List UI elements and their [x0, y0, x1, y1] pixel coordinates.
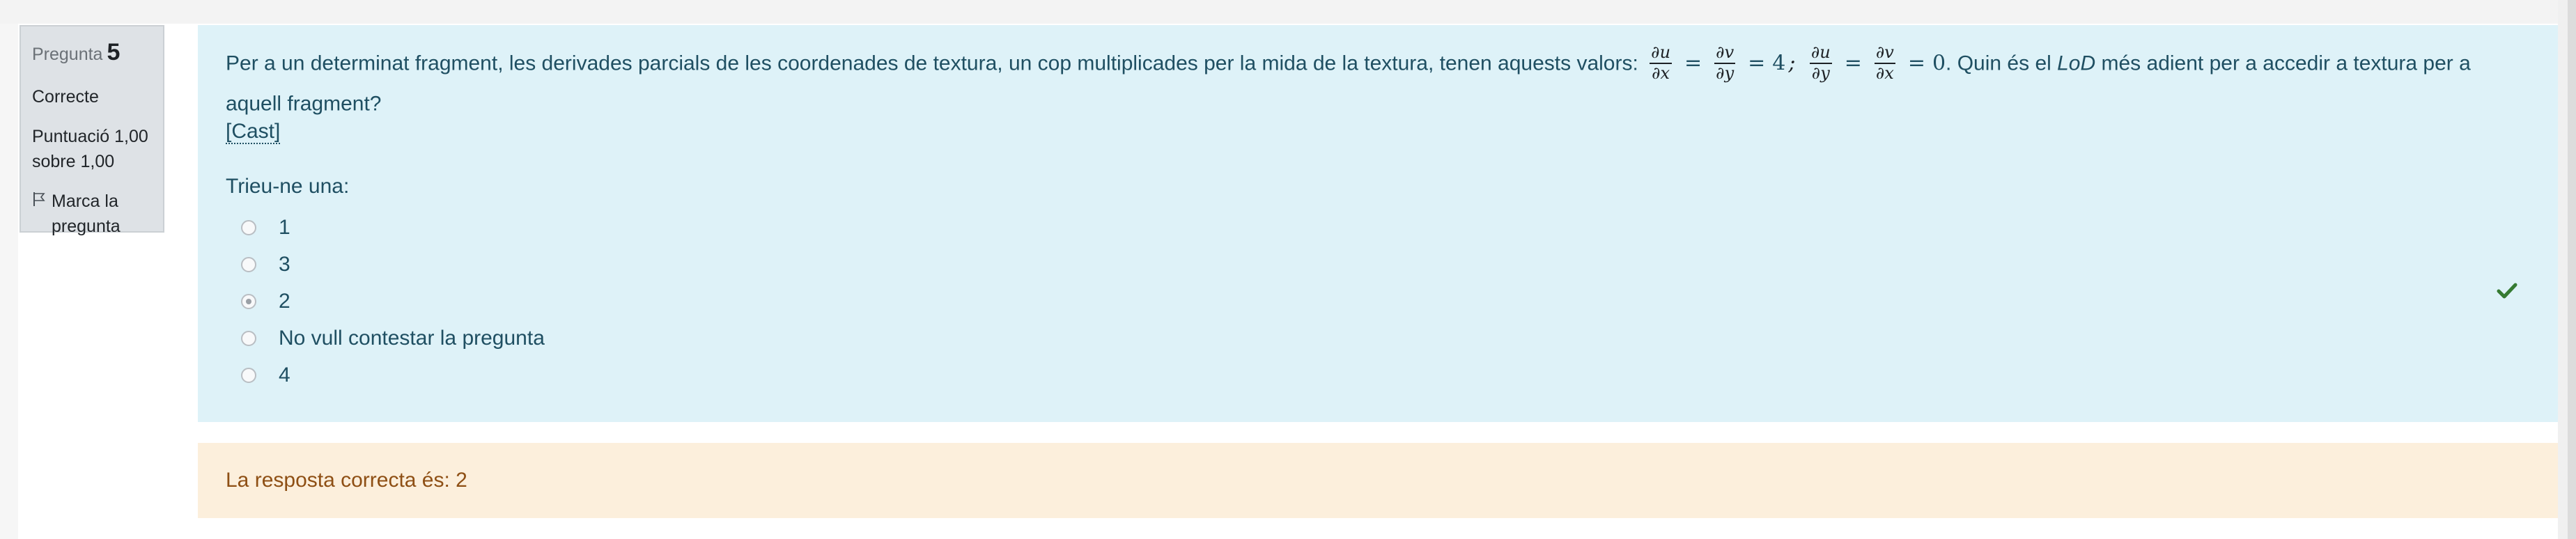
question-text-mid: . Quin és el	[1946, 52, 2058, 75]
answer-label: 4	[279, 364, 290, 386]
math-dv-num: ∂v	[1714, 43, 1736, 65]
math-dv-dx: ∂v ∂x	[1872, 43, 1898, 83]
math-dv-dy: ∂v ∂y	[1712, 43, 1738, 83]
math-dx-den: ∂x	[1652, 63, 1670, 84]
math-eq-2: =	[1748, 51, 1766, 76]
flag-question-label: Marca la pregunta	[52, 191, 121, 236]
question-text-intro: Per a un determinat fragment, les deriva…	[226, 52, 1638, 75]
cast-link-row: [Cast]	[226, 119, 2530, 144]
math-du-num-2: ∂u	[1809, 43, 1832, 65]
radio-button[interactable]	[241, 220, 256, 235]
answer-option[interactable]: 4	[226, 357, 2530, 394]
answer-label: 3	[279, 253, 290, 276]
question-number-value: 5	[107, 39, 121, 65]
math-dx-den-2: ∂x	[1875, 63, 1894, 84]
math-du-dx: ∂u ∂x	[1647, 43, 1675, 83]
correct-check-icon	[2497, 283, 2517, 299]
flag-question-link[interactable]: Marca la pregunta	[32, 189, 152, 240]
page-top-strip	[0, 0, 2576, 24]
question-formulation: Per a un determinat fragment, les deriva…	[198, 25, 2558, 422]
answer-list: 1 3 2 No vull contestar la pregunta 4	[226, 210, 2530, 394]
math-eq-1: =	[1684, 51, 1702, 76]
math-du-num: ∂u	[1650, 43, 1673, 65]
radio-button[interactable]	[241, 331, 256, 346]
lod-term: LoD	[2057, 52, 2096, 75]
question-outcome: La resposta correcta és: 2	[198, 443, 2558, 518]
math-dv-num-2: ∂v	[1874, 43, 1895, 65]
page-left-gutter	[0, 24, 18, 539]
answer-prompt: Trieu-ne una:	[226, 174, 350, 198]
math-du-dy: ∂u ∂y	[1807, 43, 1835, 83]
math-dy-den-2: ∂y	[1811, 63, 1830, 84]
question-text: Per a un determinat fragment, les deriva…	[226, 43, 2497, 123]
math-separator: ;	[1788, 51, 1796, 76]
answer-option[interactable]: 3	[226, 247, 2530, 283]
answer-option[interactable]: 1	[226, 210, 2530, 247]
answer-label: 2	[279, 290, 290, 313]
radio-button-selected[interactable]	[241, 294, 256, 309]
cast-translation-link[interactable]: [Cast]	[226, 119, 281, 144]
answer-label: No vull contestar la pregunta	[279, 327, 545, 350]
question-number-label: Pregunta	[32, 45, 103, 64]
question-state: Correcte	[32, 87, 99, 107]
vertical-scrollbar[interactable]	[2568, 0, 2576, 539]
math-value-zero: 0	[1932, 51, 1946, 76]
answer-label: 1	[279, 216, 290, 239]
question-info-panel: Pregunta 5 Correcte Puntuació 1,00 sobre …	[20, 25, 164, 236]
radio-button[interactable]	[241, 368, 256, 383]
math-eq-3: =	[1844, 51, 1862, 76]
math-value-four: 4	[1772, 51, 1786, 76]
answer-option[interactable]: No vull contestar la pregunta	[226, 320, 2530, 357]
math-dy-den: ∂y	[1716, 63, 1735, 84]
right-answer-text: La resposta correcta és: 2	[226, 469, 467, 492]
question-grade: Puntuació 1,00 sobre 1,00	[32, 127, 148, 172]
radio-button[interactable]	[241, 257, 256, 272]
question-number: Pregunta 5	[32, 40, 152, 64]
answer-option-selected[interactable]: 2	[226, 283, 2530, 320]
math-eq-4: =	[1907, 51, 1925, 76]
flag-icon	[33, 192, 45, 206]
